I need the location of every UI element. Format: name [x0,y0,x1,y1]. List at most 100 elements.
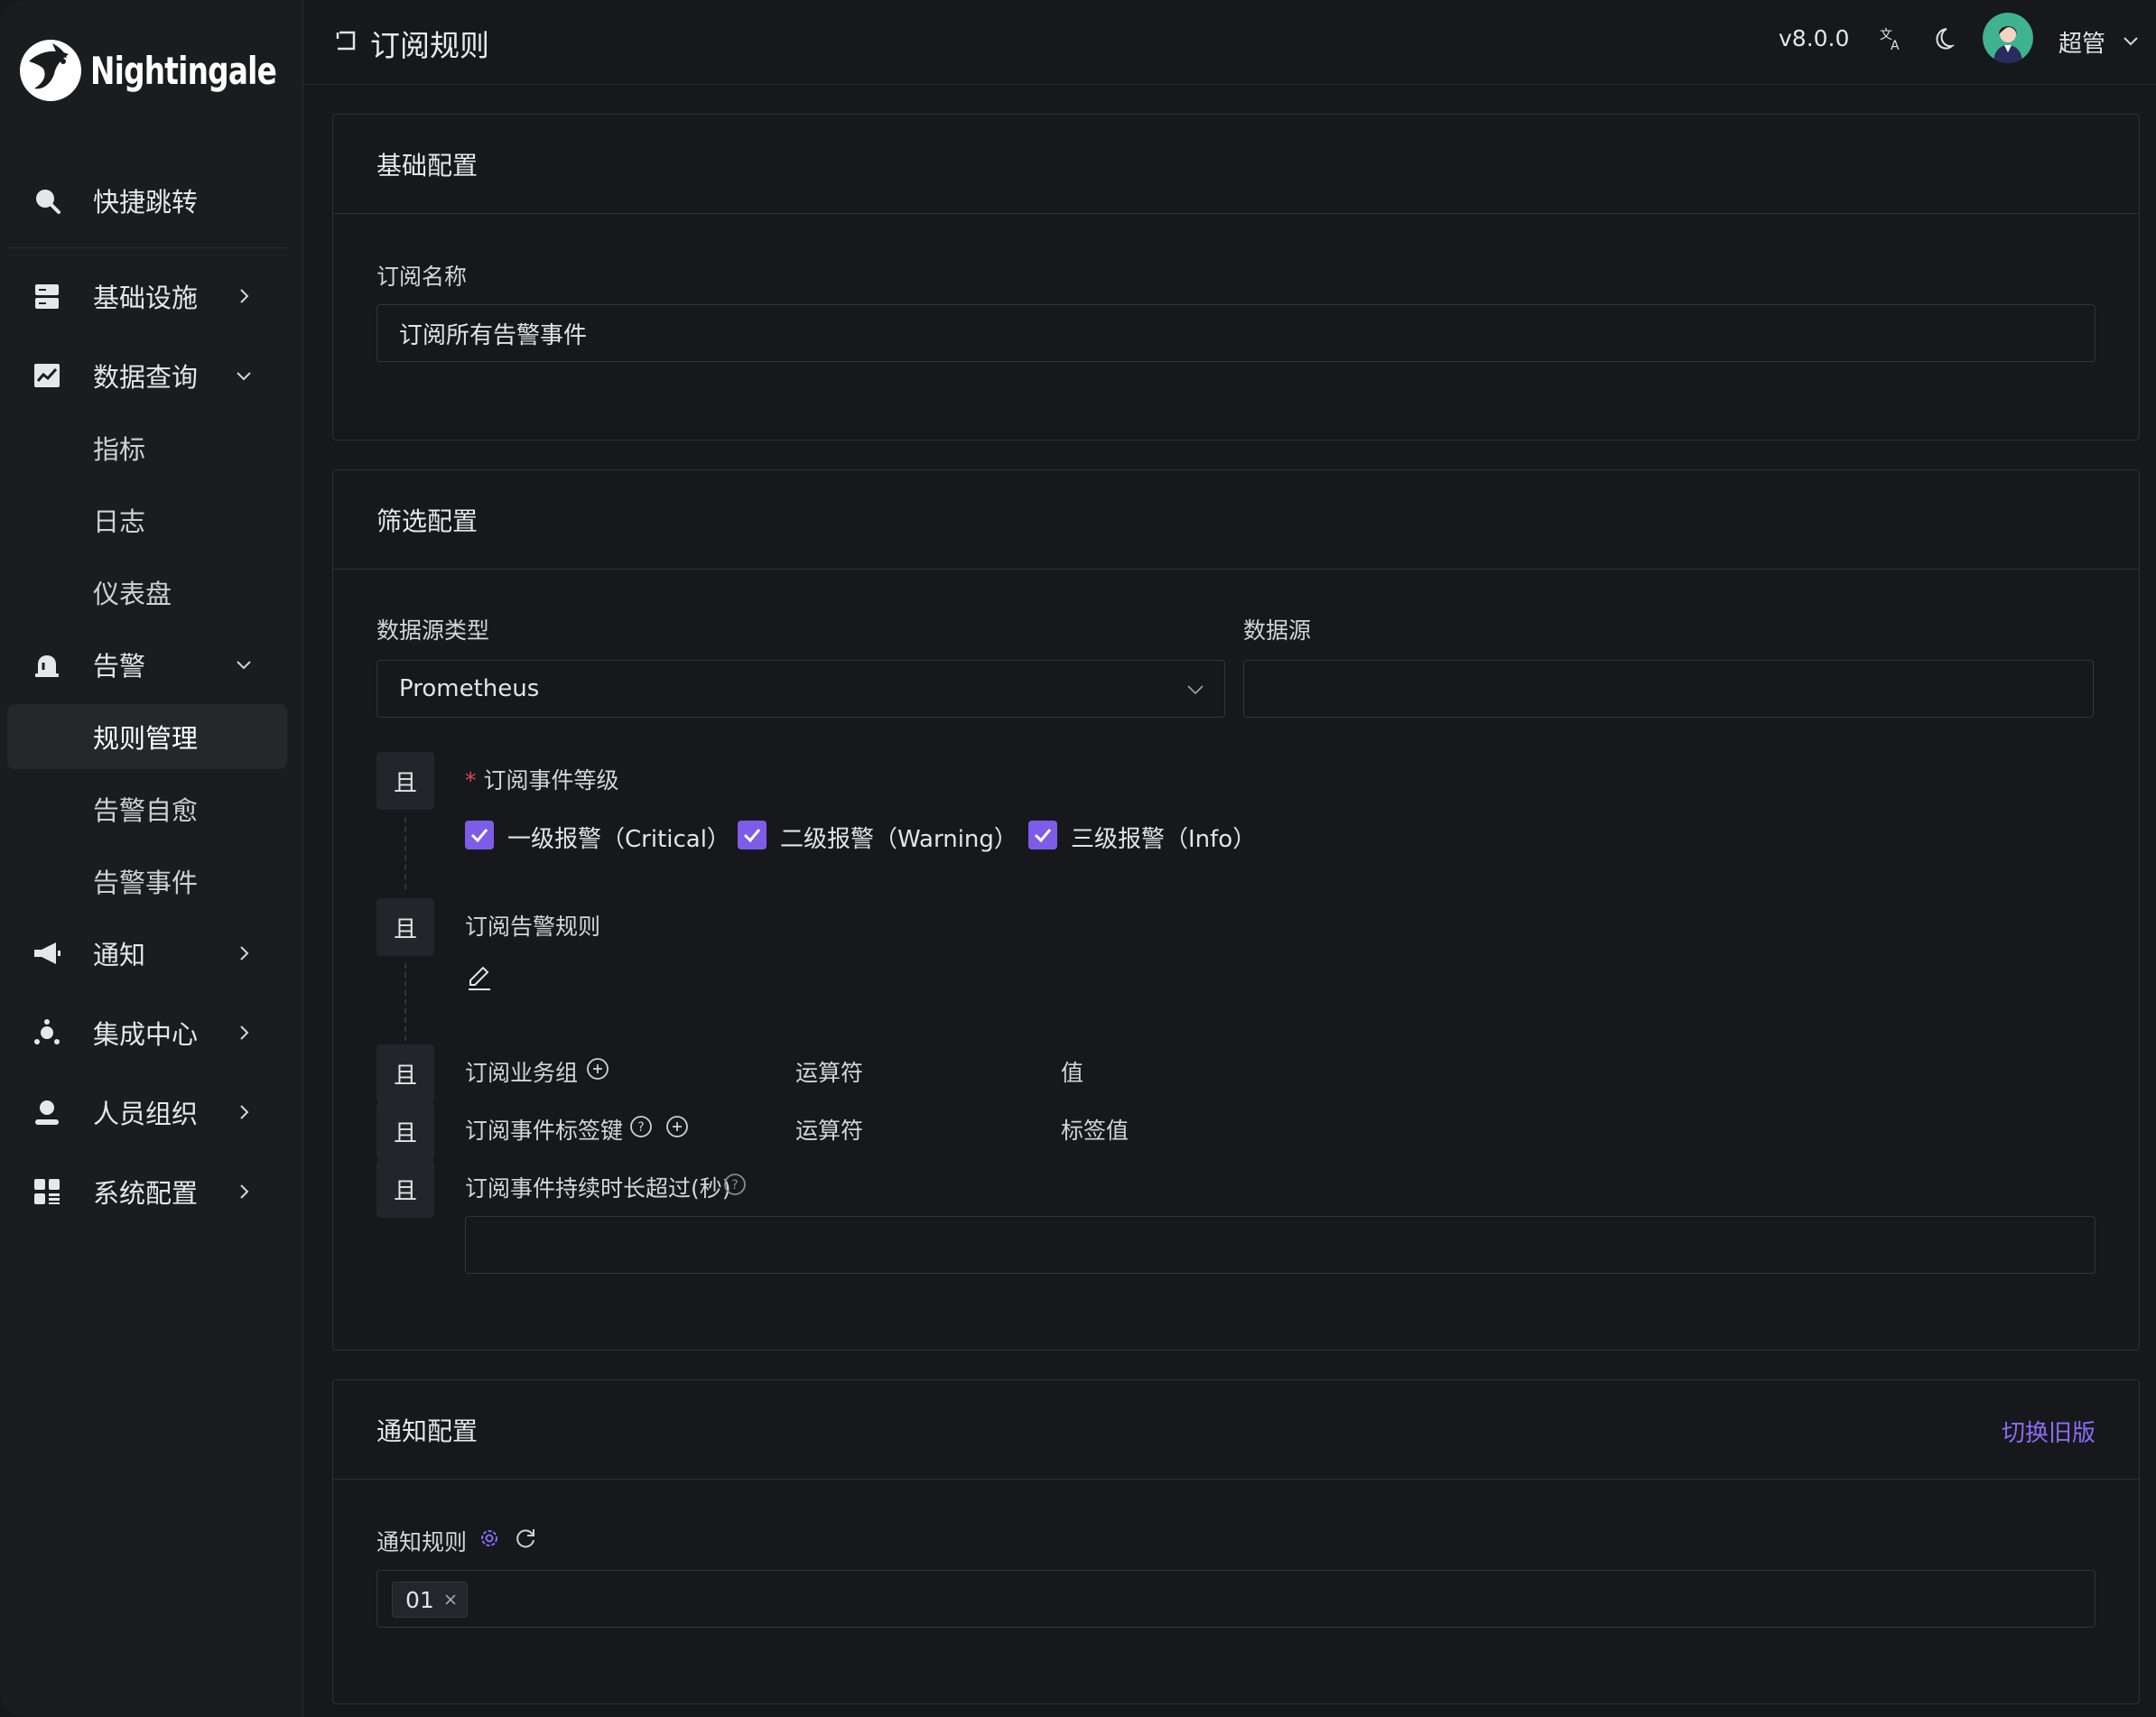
version-label: v8.0.0 [1779,25,1850,51]
chevron-down-icon[interactable] [2120,30,2142,51]
sidebar-divider [7,247,287,248]
sidebar-subitem-self-healing[interactable]: 告警自愈 [7,776,287,841]
checkbox-info[interactable] [1028,821,1057,849]
help-icon[interactable]: ? [629,1115,653,1138]
datasource-select[interactable] [1243,660,2094,718]
edit-icon[interactable] [465,963,494,992]
required-asterisk: * [465,767,477,794]
sidebar-subitem-alert-events[interactable]: 告警事件 [7,849,287,914]
sidebar-subitem-label: 告警事件 [93,868,199,898]
connector-line [404,817,406,889]
gear-icon[interactable] [478,1527,501,1550]
sidebar-item-label: 系统配置 [93,1178,199,1209]
sidebar-item-infrastructure[interactable]: 基础设施 [7,264,287,329]
add-circle-icon[interactable] [586,1057,609,1081]
avatar[interactable] [1983,13,2033,63]
filter-config-card: 筛选配置 数据源类型 Prometheus 数据源 且 * 订阅事件等级 一级报警… [332,469,2140,1350]
sidebar-item-system-config[interactable]: 系统配置 [7,1159,287,1224]
close-icon[interactable] [443,1592,458,1607]
notify-config-card: 通知配置 切换旧版 通知规则 01 [332,1379,2140,1704]
switch-legacy-link[interactable]: 切换旧版 [2002,1415,2096,1448]
sidebar-item-label: 快捷跳转 [93,187,199,218]
datasource-type-value: Prometheus [399,675,540,702]
sidebar-item-data-query[interactable]: 数据查询 [7,343,287,408]
value-column-label: 值 [1061,1060,1084,1086]
and-operator-badge: 且 [376,752,434,810]
translate-icon[interactable]: 文 A [1878,25,1905,52]
sidebar-item-people[interactable]: 人员组织 [7,1080,287,1145]
selected-tag: 01 [392,1582,468,1618]
checkbox-critical-label[interactable]: 一级报警（Critical） [507,821,730,854]
chart-icon [34,364,60,387]
sidebar-item-label: 基础设施 [93,283,199,313]
sidebar-item-label: 集成中心 [93,1019,199,1050]
sidebar-subitem-label: 指标 [93,434,146,465]
sidebar-subitem-label: 仪表盘 [93,579,172,609]
sidebar: Nightingale 快捷跳转 基础设施 数据查询 指标 日志 仪表盘 告警 … [0,0,303,1717]
sidebar-subitem-rule-management[interactable]: 规则管理 [7,704,287,769]
duration-input[interactable] [465,1216,2096,1274]
refresh-icon[interactable] [514,1527,537,1550]
connector-line [404,963,406,1050]
page-title: 订阅规则 [370,28,489,63]
app-window: Nightingale 快捷跳转 基础设施 数据查询 指标 日志 仪表盘 告警 … [0,0,2156,1717]
and-operator-badge: 且 [376,1160,434,1218]
and-operator-badge: 且 [376,1102,434,1160]
alarm-icon [35,655,59,677]
sidebar-subitem-dashboard[interactable]: 仪表盘 [7,560,287,625]
operator-column-label: 运算符 [795,1118,864,1144]
subscription-name-input[interactable]: 订阅所有告警事件 [376,304,2096,362]
basic-config-card: 基础配置 订阅名称 订阅所有告警事件 [332,114,2140,441]
checkbox-info-label[interactable]: 三级报警（Info） [1071,821,1256,854]
chevron-right-icon [240,1105,249,1119]
operator-column-label: 运算符 [795,1060,864,1086]
chevron-right-icon [240,289,249,303]
event-level-label: * 订阅事件等级 [465,763,619,795]
chevron-right-icon [240,946,249,961]
tag-key-label: 订阅事件标签键 [465,1118,624,1144]
checkbox-warning[interactable] [738,821,767,849]
moon-icon[interactable] [1928,25,1956,52]
server-icon [35,284,59,309]
sidebar-item-alert[interactable]: 告警 [7,632,287,697]
datasource-label: 数据源 [1243,617,1312,644]
datasource-type-label: 数据源类型 [376,617,490,644]
card-title: 筛选配置 [333,470,2139,570]
sidebar-item-integration[interactable]: 集成中心 [7,1000,287,1065]
datasource-type-select[interactable]: Prometheus [376,660,1225,718]
integration-icon [34,1019,60,1044]
sidebar-item-label: 告警 [93,651,146,682]
sidebar-item-quick-jump[interactable]: 快捷跳转 [7,168,287,233]
top-bar: 订阅规则 v8.0.0 文 A 超管 [303,0,2156,85]
sidebar-item-label: 数据查询 [93,362,199,393]
subscription-name-value: 订阅所有告警事件 [399,321,588,349]
sidebar-item-label: 通知 [93,940,146,970]
chevron-down-icon [237,372,251,381]
chevron-down-icon [237,661,251,670]
username[interactable]: 超管 [2058,25,2105,59]
card-title: 基础配置 [333,115,2139,214]
selected-tag-label: 01 [405,1586,434,1613]
search-icon [36,190,60,214]
and-operator-badge: 且 [376,1044,434,1102]
svg-text:?: ? [731,1178,738,1193]
notify-rule-select[interactable]: 01 [376,1570,2096,1628]
and-operator-badge: 且 [376,898,434,956]
chevron-right-icon [240,1184,249,1199]
chevron-down-icon [1187,685,1203,695]
svg-text:?: ? [637,1120,644,1135]
app-name: Nightingale [90,48,277,93]
logo[interactable]: Nightingale [16,34,329,107]
sidebar-subitem-logs[interactable]: 日志 [7,487,287,552]
sidebar-subitem-metrics[interactable]: 指标 [7,415,287,480]
back-icon[interactable] [332,27,359,54]
sidebar-item-notify[interactable]: 通知 [7,921,287,986]
add-circle-icon[interactable] [665,1115,689,1138]
card-title: 通知配置 [333,1380,2139,1480]
help-icon[interactable]: ? [723,1173,747,1196]
checkbox-critical[interactable] [465,821,494,849]
sidebar-subitem-label: 规则管理 [93,723,199,754]
sidebar-subitem-label: 日志 [93,506,146,537]
dashboard-grid-icon [34,1179,60,1204]
checkbox-warning-label[interactable]: 二级报警（Warning） [780,821,1018,854]
